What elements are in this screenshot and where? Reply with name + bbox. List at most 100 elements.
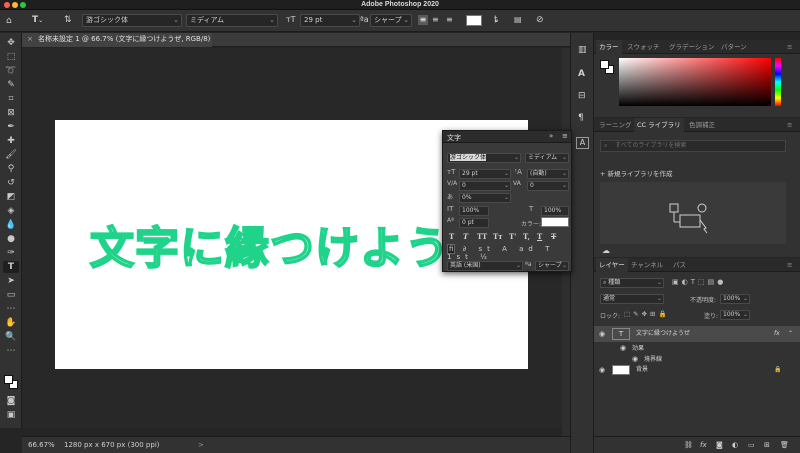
small-caps-button[interactable]: Tт: [493, 232, 503, 241]
marquee-tool-icon[interactable]: ⬚: [3, 51, 19, 63]
status-expand-icon[interactable]: >: [198, 437, 204, 453]
char-baseline-input[interactable]: 0 pt: [459, 218, 489, 228]
fx-badge[interactable]: fx: [774, 326, 780, 342]
close-document-icon[interactable]: ×: [27, 33, 33, 46]
link-layers-icon[interactable]: ⛓: [684, 441, 693, 449]
tab-color[interactable]: カラー: [596, 40, 622, 54]
layer-row-text[interactable]: ◉ T 文字に縁つけようぜ fx ⌃: [594, 326, 800, 342]
color-field[interactable]: [619, 58, 771, 106]
background-eye-icon[interactable]: ◉: [599, 362, 605, 378]
lasso-tool-icon[interactable]: ➰: [3, 65, 19, 77]
zoom-tool-icon[interactable]: 🔍: [3, 331, 19, 343]
visibility-eye-icon[interactable]: ◉: [599, 326, 605, 342]
strikethrough-button[interactable]: T: [551, 232, 556, 241]
align-center-icon[interactable]: ≡: [432, 15, 439, 25]
char-color-swatch[interactable]: [541, 217, 569, 227]
new-layer-icon[interactable]: ⊞: [764, 441, 770, 449]
eraser-tool-icon[interactable]: ◩: [3, 191, 19, 203]
blur-tool-icon[interactable]: 💧: [3, 219, 19, 231]
add-mask-icon[interactable]: ◙: [716, 441, 723, 449]
align-right-icon[interactable]: ≡: [446, 15, 453, 25]
more-tools-icon[interactable]: ⋯: [3, 303, 19, 315]
warp-text-icon[interactable]: ȶ: [494, 15, 498, 25]
move-tool-icon[interactable]: ✥: [3, 37, 19, 49]
blend-mode-select[interactable]: 通常 ⌄: [600, 294, 664, 304]
hue-slider[interactable]: [775, 58, 781, 106]
edit-toolbar-icon[interactable]: ⋯: [3, 345, 19, 357]
rectangle-tool-icon[interactable]: ▭: [3, 289, 19, 301]
faux-bold-button[interactable]: T: [449, 232, 454, 241]
char-font-size-input[interactable]: 29 pt ⌄: [459, 169, 511, 179]
tab-channels[interactable]: チャンネル: [628, 258, 666, 272]
glyphs-icon[interactable]: A: [576, 137, 589, 149]
tab-learn[interactable]: ラーニング: [596, 118, 635, 132]
dodge-tool-icon[interactable]: ●: [3, 233, 19, 245]
fill-input[interactable]: 100% ⌄: [720, 310, 750, 320]
collapse-panel-icon[interactable]: »: [549, 132, 553, 140]
layer-row-background[interactable]: ◉ 背景 🔒: [594, 362, 800, 378]
char-horizontal-scale-input[interactable]: 100%: [541, 206, 569, 216]
zoom-level[interactable]: 66.67%: [28, 437, 55, 453]
char-antialias-select[interactable]: シャープ ⌄: [535, 261, 569, 271]
char-vertical-scale-input[interactable]: 100%: [459, 206, 489, 216]
frame-tool-icon[interactable]: ⊠: [3, 107, 19, 119]
screen-mode-icon[interactable]: ▣: [3, 409, 19, 421]
pen-tool-icon[interactable]: ✑: [3, 247, 19, 259]
character-icon[interactable]: A: [578, 69, 585, 79]
quick-mask-icon[interactable]: ◙: [3, 395, 19, 407]
panel-menu-icon[interactable]: ≡: [784, 40, 795, 54]
antialias-select[interactable]: シャープ ⌄: [370, 14, 412, 27]
align-left-icon[interactable]: ≡: [418, 15, 428, 25]
ligature-icon[interactable]: fi: [447, 244, 456, 254]
eyedropper-tool-icon[interactable]: ✒: [3, 121, 19, 133]
underline-button[interactable]: T: [537, 232, 542, 241]
hand-tool-icon[interactable]: ✋: [3, 317, 19, 329]
font-style-select[interactable]: ミディアム ⌄: [186, 14, 278, 27]
opentype-buttons[interactable]: fi ∂ st A ad T 1st ½: [447, 244, 569, 261]
tab-swatches[interactable]: スウォッチ: [624, 40, 663, 54]
layer-filter-icons[interactable]: ▣◐T⬚▤●: [672, 278, 726, 286]
layers-menu-icon[interactable]: ≡: [784, 258, 795, 272]
character-panel-toggle-icon[interactable]: ▤: [514, 15, 522, 25]
healing-brush-tool-icon[interactable]: ✚: [3, 135, 19, 147]
tab-adjustments[interactable]: 色調補正: [686, 118, 718, 132]
char-language-select[interactable]: 英語 (米国) ⌄: [447, 261, 523, 271]
all-caps-button[interactable]: TT: [477, 232, 487, 241]
tab-cc-libraries[interactable]: CC ライブラリ: [634, 118, 684, 132]
tab-patterns[interactable]: パターン: [718, 40, 750, 54]
add-style-icon[interactable]: fx: [700, 441, 707, 449]
char-tracking-input[interactable]: 0 ⌄: [527, 181, 569, 191]
font-size-select[interactable]: 29 pt ⌄: [300, 14, 360, 27]
char-font-family-select[interactable]: 游ゴシック体 ⌄: [447, 153, 521, 163]
delete-layer-icon[interactable]: 🗑: [780, 441, 789, 449]
3d-icon[interactable]: ⊘: [536, 15, 544, 25]
new-group-icon[interactable]: ▭: [748, 441, 755, 449]
home-icon[interactable]: ⌂: [6, 16, 12, 26]
clone-stamp-tool-icon[interactable]: ⚲: [3, 163, 19, 175]
text-color-swatch[interactable]: [466, 15, 482, 26]
text-orientation-icon[interactable]: ⇅: [64, 15, 72, 25]
opacity-input[interactable]: 100% ⌄: [720, 294, 750, 304]
color-foreground-swatch[interactable]: [600, 60, 609, 69]
crop-tool-icon[interactable]: ⌗: [3, 93, 19, 105]
tab-gradients[interactable]: グラデーション: [666, 40, 717, 54]
effects-eye-icon[interactable]: ◉: [620, 343, 626, 354]
quick-selection-tool-icon[interactable]: ✎: [3, 79, 19, 91]
layer-kind-filter[interactable]: ⌕ 種類 ⌄: [600, 278, 664, 288]
paragraph-icon[interactable]: ¶: [578, 113, 584, 123]
properties-icon[interactable]: ⊟: [578, 91, 586, 101]
faux-italic-button[interactable]: T: [463, 232, 468, 241]
cloud-icon[interactable]: ☁: [602, 246, 610, 255]
path-selection-tool-icon[interactable]: ➤: [3, 275, 19, 287]
char-font-style-select[interactable]: ミディアム ⌄: [525, 153, 569, 163]
char-leading-input[interactable]: (自動) ⌄: [527, 169, 569, 179]
library-search-input[interactable]: ⌕ すべてのライブラリを検索: [600, 140, 786, 152]
superscript-button[interactable]: T': [509, 232, 516, 241]
tab-layers[interactable]: レイヤー: [596, 258, 628, 272]
char-kerning-input[interactable]: 0 ⌄: [459, 181, 511, 191]
subscript-button[interactable]: T,: [523, 232, 530, 241]
tab-paths[interactable]: パス: [670, 258, 689, 272]
character-menu-icon[interactable]: ≡: [562, 132, 568, 140]
layer-row-effects[interactable]: ◉ 効果: [594, 343, 800, 354]
char-tsume-input[interactable]: 0% ⌄: [459, 193, 511, 203]
